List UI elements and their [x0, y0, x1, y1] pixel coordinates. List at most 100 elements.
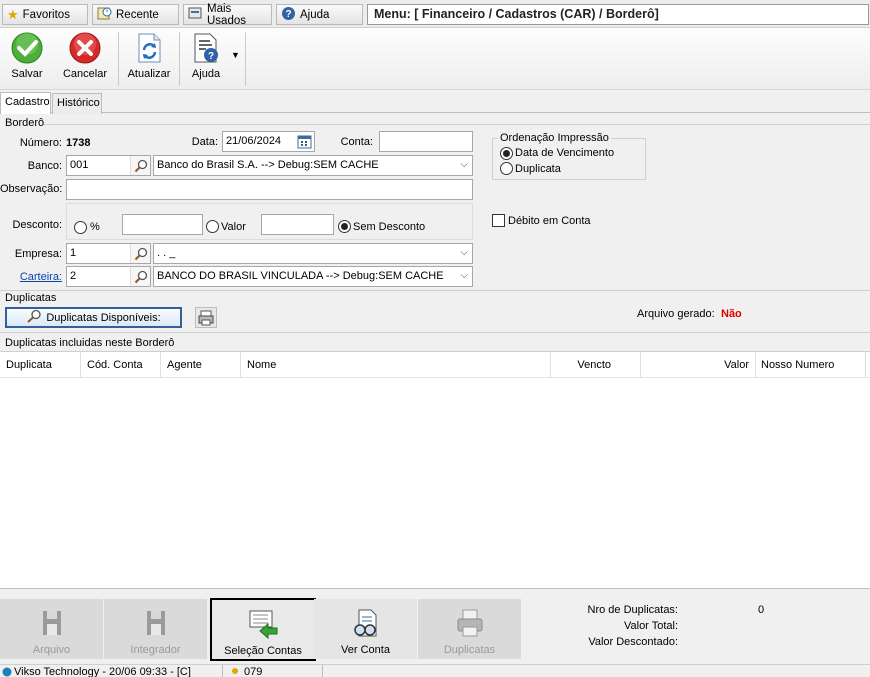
desconto-valor-radio[interactable] — [206, 220, 219, 233]
section-divider — [0, 290, 870, 291]
data-label: Data: — [191, 136, 218, 148]
tab-strip: Cadastro Histórico — [0, 91, 870, 114]
selecao-contas-button[interactable]: Seleção Contas — [210, 598, 316, 661]
cancel-icon — [69, 32, 101, 64]
star-icon: ★ — [7, 6, 19, 22]
status-company-text: Vikso Technology - 20/06 09:33 - [C] — [14, 666, 191, 677]
status-divider — [222, 665, 223, 677]
recent-icon — [97, 6, 112, 23]
carteira-code-input[interactable]: 2 — [66, 266, 151, 287]
sem-desconto-radio[interactable] — [338, 220, 351, 233]
banco-select[interactable]: Banco do Brasil S.A. --> Debug:SEM CACHE… — [153, 155, 473, 176]
view-account-icon — [353, 609, 376, 637]
svg-text:?: ? — [285, 9, 291, 20]
nro-duplicatas-value: 0 — [758, 604, 765, 616]
column-header-nome[interactable]: Nome — [241, 352, 551, 378]
observacao-label: Observação: — [0, 183, 63, 195]
integrador-button[interactable]: Integrador — [104, 599, 207, 659]
mais-usados-button[interactable]: Mais Usados — [183, 3, 272, 27]
cancelar-button[interactable]: Cancelar — [63, 32, 107, 80]
conta-label: Conta: — [340, 136, 373, 148]
favoritos-button[interactable]: ★ Favoritos — [2, 4, 88, 25]
company-logo-icon — [2, 667, 12, 677]
check-icon — [11, 32, 43, 64]
toolbar-separator — [118, 32, 119, 86]
observacao-input[interactable] — [66, 179, 473, 200]
help-document-icon: ? — [194, 33, 218, 63]
search-icon[interactable] — [130, 156, 150, 175]
ordenacao-vencimento-radio[interactable] — [500, 147, 513, 160]
carteira-link[interactable]: Carteira: — [0, 271, 62, 283]
empresa-label: Empresa: — [14, 248, 62, 260]
salvar-button[interactable]: Salvar — [9, 32, 45, 80]
numero-label: Número: — [19, 137, 62, 149]
toolbar-separator — [179, 32, 180, 86]
print-preview-button[interactable] — [195, 307, 217, 328]
section-divider — [0, 332, 870, 333]
toolbar: Salvar Cancelar Atualizar ? Ajuda ▼ — [0, 28, 870, 90]
column-header-filler — [866, 352, 870, 378]
section-divider — [44, 124, 870, 125]
column-header-agente[interactable]: Agente — [161, 352, 241, 378]
column-header-duplicata[interactable]: Duplicata — [0, 352, 81, 378]
search-icon — [26, 309, 42, 326]
ver-conta-button[interactable]: Ver Conta — [314, 599, 417, 659]
toolbar-separator — [245, 32, 246, 86]
section-duplicatas: Duplicatas — [5, 292, 57, 304]
ordenacao-duplicata-radio[interactable] — [500, 162, 513, 175]
column-header-nosso-numero[interactable]: Nosso Numero — [756, 352, 866, 378]
debito-em-conta-checkbox[interactable] — [492, 214, 505, 227]
duplicatas-grid[interactable]: Duplicata Cód. Conta Agente Nome Vencto … — [0, 351, 870, 588]
desconto-valor-input[interactable] — [261, 214, 334, 235]
desconto-valor-label: Valor — [221, 221, 246, 233]
ajuda-toolbar-button[interactable]: ? Ajuda — [189, 32, 223, 80]
section-bordero: Borderô — [5, 117, 45, 129]
atualizar-button[interactable]: Atualizar — [127, 32, 171, 80]
duplicatas-disponiveis-button[interactable]: Duplicatas Disponíveis: — [5, 307, 182, 328]
banco-label: Banco: — [27, 160, 62, 172]
tab-historico[interactable]: Histórico — [52, 93, 102, 114]
printer-icon — [198, 310, 214, 325]
column-header-valor[interactable]: Valor — [641, 352, 756, 378]
floppy-disk-icon — [42, 611, 61, 635]
carteira-select[interactable]: BANCO DO BRASIL VINCULADA --> Debug:SEM … — [153, 266, 473, 287]
desconto-label: Desconto: — [12, 219, 62, 231]
conta-input[interactable] — [379, 131, 473, 152]
valor-total-label: Valor Total: — [623, 620, 678, 632]
ordenacao-duplicata-label: Duplicata — [515, 163, 561, 175]
chevron-down-icon: ⌵ — [460, 247, 468, 258]
sem-desconto-label: Sem Desconto — [353, 221, 426, 233]
nro-duplicatas-label: Nro de Duplicatas: — [587, 604, 679, 616]
banco-code-input[interactable]: 001 — [66, 155, 151, 176]
data-field[interactable]: 21/06/2024 — [222, 131, 315, 152]
desconto-pct-input[interactable] — [122, 214, 203, 235]
status-divider — [322, 665, 323, 677]
top-menu-bar: ★ Favoritos Recente Mais Usados ? Ajuda … — [0, 0, 870, 28]
desconto-pct-radio[interactable] — [74, 221, 87, 234]
bottom-panel: Arquivo Integrador Seleção Contas Ver Co… — [0, 588, 870, 664]
menu-path-breadcrumb: Menu: [ Financeiro / Cadastros (CAR) / B… — [367, 4, 869, 25]
tab-cadastro[interactable]: Cadastro — [0, 92, 51, 114]
recente-button[interactable]: Recente — [92, 4, 179, 25]
printer-icon — [457, 609, 482, 637]
empresa-select[interactable]: . . _ ⌵ — [153, 243, 473, 264]
chevron-down-icon: ⌵ — [460, 270, 468, 281]
empresa-code-input[interactable]: 1 — [66, 243, 151, 264]
calendar-icon[interactable] — [297, 134, 312, 151]
debito-em-conta-label: Débito em Conta — [508, 215, 591, 227]
column-header-vencto[interactable]: Vencto — [551, 352, 641, 378]
refresh-icon — [138, 33, 161, 63]
arquivo-gerado-label: Arquivo gerado: — [637, 308, 715, 320]
arquivo-button[interactable]: Arquivo — [0, 599, 103, 659]
status-bar: Vikso Technology - 20/06 09:33 - [C] 079 — [0, 664, 870, 677]
search-icon[interactable] — [130, 244, 150, 263]
help-icon: ? — [281, 6, 296, 24]
desconto-pct-label: % — [90, 221, 100, 233]
search-icon[interactable] — [130, 267, 150, 286]
duplicatas-print-button[interactable]: Duplicatas — [418, 599, 521, 659]
column-header-cod-conta[interactable]: Cód. Conta — [81, 352, 161, 378]
numero-value: 1738 — [66, 137, 91, 149]
ajuda-top-button[interactable]: ? Ajuda — [276, 4, 363, 25]
ajuda-dropdown-arrow[interactable]: ▼ — [231, 50, 240, 60]
svg-text:?: ? — [208, 51, 214, 62]
